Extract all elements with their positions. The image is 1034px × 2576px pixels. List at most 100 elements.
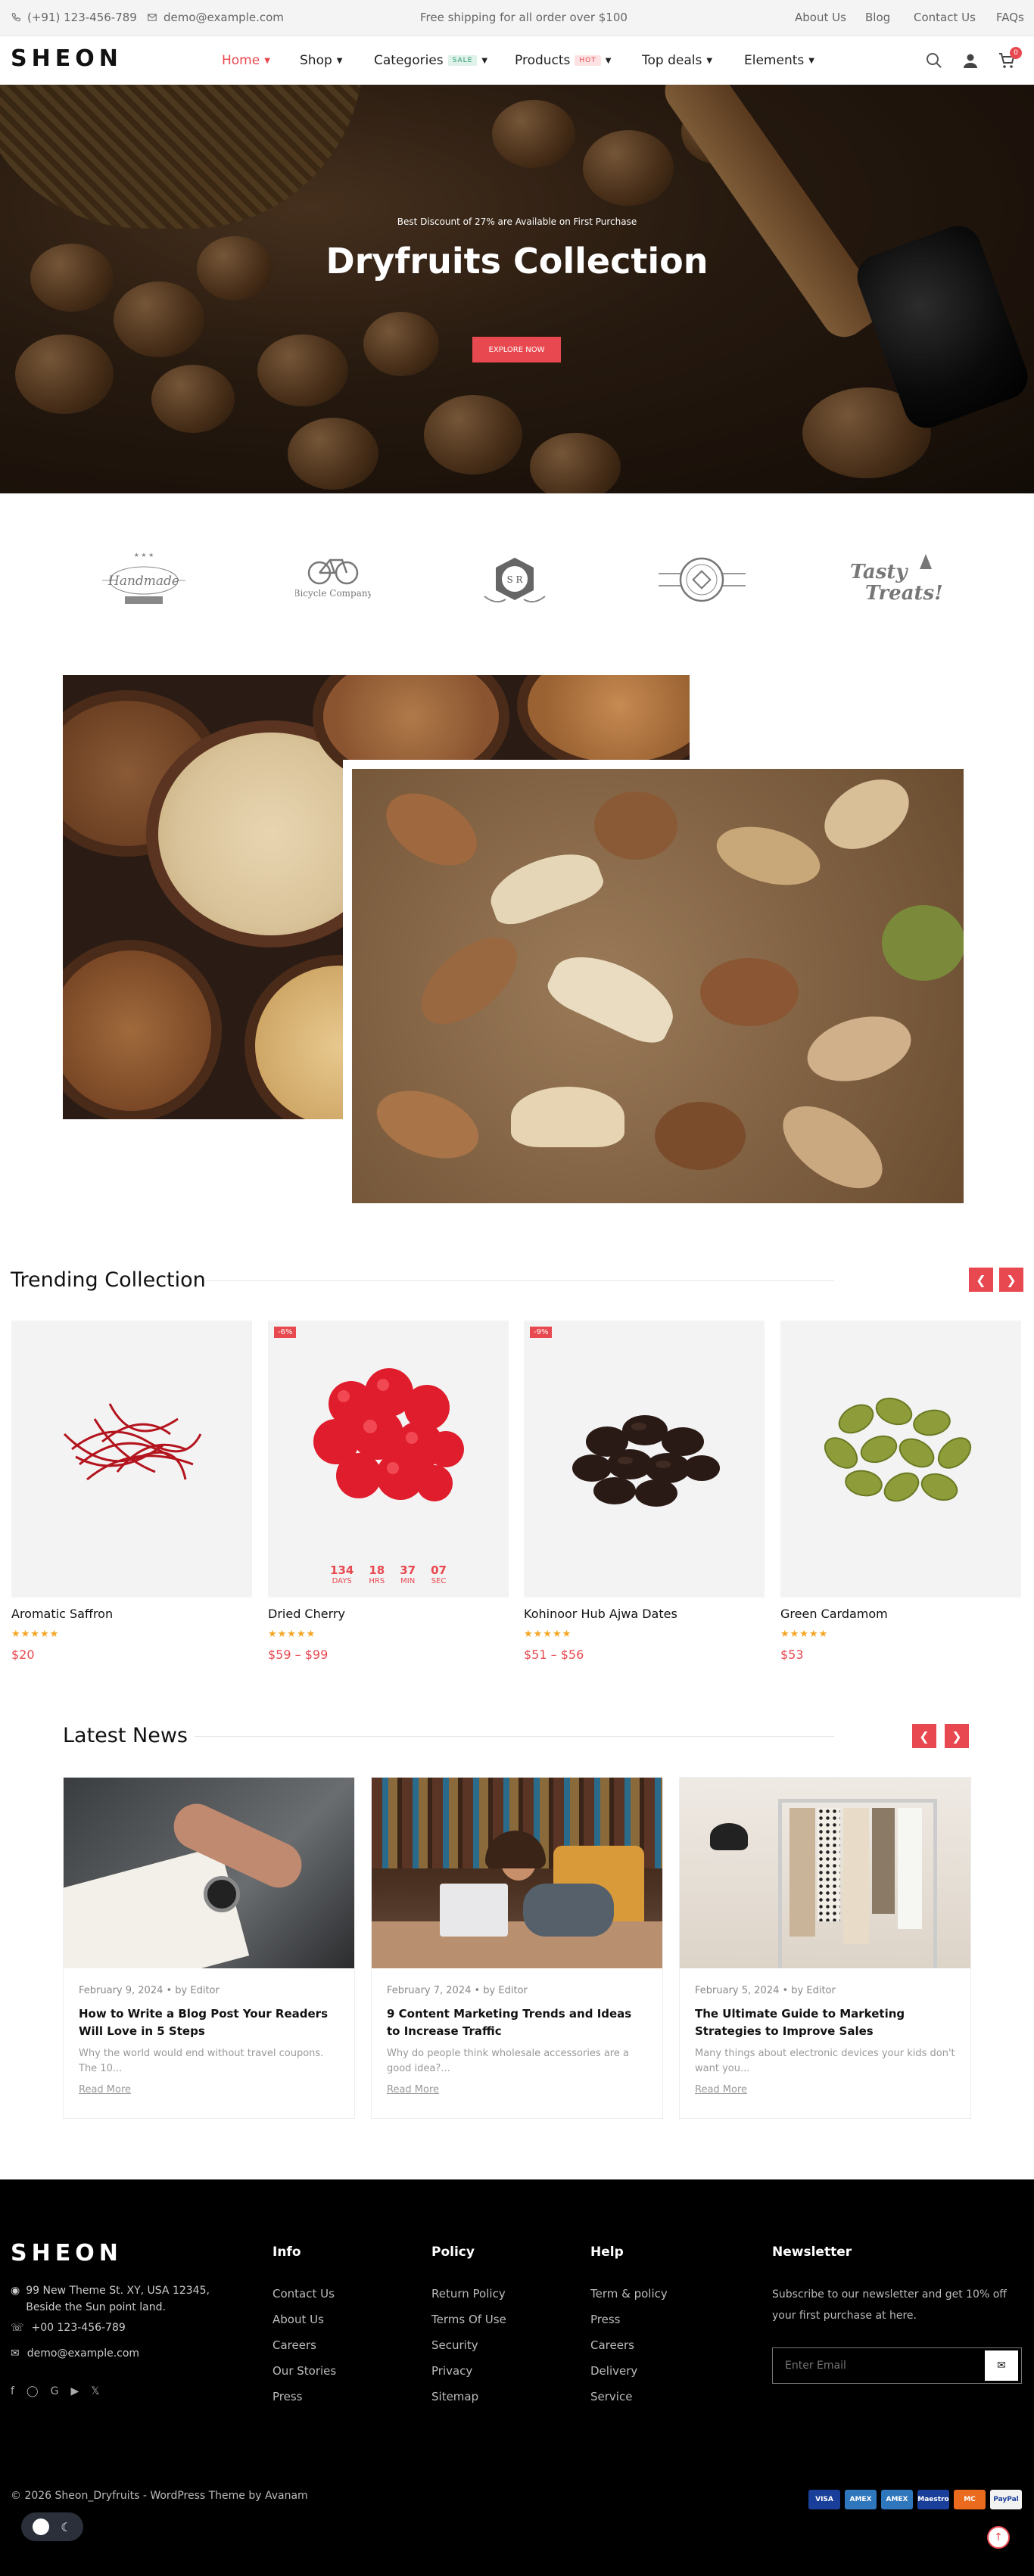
product-name[interactable]: Aromatic Saffron [11,1607,252,1621]
handmade-logo-icon: ★ ★ ★ Handmade [102,552,185,604]
nav-home[interactable]: Home ▼ [222,53,270,68]
brand-logo-handmade[interactable]: ★ ★ ★ Handmade [87,546,201,614]
footer-link[interactable]: Privacy [431,2364,472,2378]
youtube-icon[interactable]: ▶ [70,2385,79,2397]
explore-now-button[interactable]: EXPLORE NOW [472,337,561,362]
footer-logo[interactable]: SHEON [11,2240,123,2266]
footer-col-title-policy: Policy [431,2245,475,2260]
footer-link[interactable]: Terms Of Use [431,2313,506,2326]
news-prev-button[interactable]: ❮ [912,1724,936,1748]
footer-link[interactable]: Careers [590,2338,634,2352]
topbar-link-about[interactable]: About Us [795,11,846,24]
footer-link[interactable]: Security [431,2338,478,2352]
footer-address: ◉ 99 New Theme St. XY, USA 12345, Beside… [11,2282,223,2316]
x-twitter-icon[interactable]: 𝕏 [91,2385,99,2397]
product-card[interactable]: Green Cardamom ★★★★★ $53 [780,1321,1021,1662]
nav-products[interactable]: Products HOT ▼ [515,53,611,68]
product-card[interactable]: -9% Kohinoor Hub Ajwa Dates ★★★★★ $51 – … [524,1321,765,1662]
read-more-link[interactable]: Read More [695,2084,955,2095]
product-name[interactable]: Green Cardamom [780,1607,1021,1621]
brand-logo-sr[interactable]: S R [477,546,553,614]
search-icon[interactable] [925,51,943,70]
amex-icon: AMEX [845,2490,877,2509]
topbar-email[interactable]: demo@example.com [147,11,284,24]
footer-link[interactable]: Service [590,2390,632,2403]
chevron-down-icon: ▼ [336,56,343,65]
news-post-title[interactable]: 9 Content Marketing Trends and Ideas to … [387,2005,647,2040]
footer-link[interactable]: Term & policy [590,2287,668,2301]
brand-logo-bicycle[interactable]: Bicycle Company [295,546,371,614]
arrow-up-icon: ↑ [994,2531,1003,2543]
footer-link[interactable]: Press [273,2390,302,2403]
nav-categories[interactable]: Categories SALE ▼ [374,53,487,68]
hero-subtitle: Best Discount of 27% are Available on Fi… [397,216,637,227]
bicycle-icon: Bicycle Company [295,558,371,599]
site-logo[interactable]: SHEON [11,45,123,72]
news-image[interactable] [64,1778,354,1968]
countdown-minutes: 37 [400,1563,416,1577]
cart-button[interactable]: 0 [998,47,1022,71]
footer-link[interactable]: About Us [273,2313,324,2326]
vintage-badge-icon [659,557,746,602]
topbar-email-text: demo@example.com [164,11,284,24]
user-icon[interactable] [961,51,979,70]
topbar-link-blog[interactable]: Blog [865,11,890,24]
product-name[interactable]: Kohinoor Hub Ajwa Dates [524,1607,765,1621]
product-card[interactable]: Aromatic Saffron ★★★★★ $20 [11,1321,252,1662]
topbar-phone[interactable]: (+91) 123-456-789 [11,11,137,24]
topbar-link-faqs[interactable]: FAQs [996,11,1024,24]
news-post-title[interactable]: How to Write a Blog Post Your Readers Wi… [79,2005,339,2040]
news-post-title[interactable]: The Ultimate Guide to Marketing Strategi… [695,2005,955,2040]
nav-top-deals[interactable]: Top deals ▼ [642,53,712,68]
social-links: f ◯ G ▶ 𝕏 [11,2385,100,2397]
topbar-link-contact[interactable]: Contact Us [914,11,976,24]
read-more-link[interactable]: Read More [387,2084,647,2095]
read-more-link[interactable]: Read More [79,2084,339,2095]
footer-link[interactable]: Return Policy [431,2287,506,2301]
newsletter-submit-button[interactable]: ✉ [985,2350,1018,2381]
nav-elements[interactable]: Elements ▼ [744,53,814,68]
product-card[interactable]: -6% 134 DAYS 18 HRS 37 MIN 07 SEC Dried Cher… [268,1321,509,1662]
chevron-down-icon: ▼ [481,56,488,65]
footer-link[interactable]: Our Stories [273,2364,336,2378]
brand-logo-vintage[interactable] [655,546,749,614]
google-icon[interactable]: G [51,2385,59,2397]
product-image[interactable] [11,1321,252,1598]
product-image[interactable]: -6% 134 DAYS 18 HRS 37 MIN 07 SEC [268,1321,509,1598]
nav-shop[interactable]: Shop ▼ [300,53,342,68]
brand-logo-tasty[interactable]: Tasty Treats! [844,546,942,614]
product-name[interactable]: Dried Cherry [268,1607,509,1621]
footer-link[interactable]: Sitemap [431,2390,478,2403]
footer-link[interactable]: Careers [273,2338,316,2352]
footer-link[interactable]: Contact Us [273,2287,335,2301]
mixed-nuts-image [352,769,964,1203]
scroll-to-top-button[interactable]: ↑ [987,2526,1010,2549]
news-image[interactable] [372,1778,662,1968]
news-card[interactable]: February 5, 2024 • by Editor The Ultimat… [679,1777,971,2119]
dark-mode-toggle[interactable]: ☾ [21,2512,83,2541]
footer-email[interactable]: ✉ demo@example.com [11,2347,139,2360]
footer-phone[interactable]: ☏ +00 123-456-789 [11,2322,126,2334]
product-image[interactable]: -9% [524,1321,765,1598]
news-image[interactable] [680,1778,970,1968]
topbar-promo: Free shipping for all order over $100 [420,11,628,24]
facebook-icon[interactable]: f [11,2385,14,2397]
footer-link[interactable]: Press [590,2313,620,2326]
news-next-button[interactable]: ❯ [945,1724,969,1748]
nav-shop-label: Shop [300,53,332,68]
instagram-icon[interactable]: ◯ [26,2385,39,2397]
countdown-timer: 134 DAYS 18 HRS 37 MIN 07 SEC [268,1563,509,1585]
news-meta: February 7, 2024 • by Editor [387,1985,528,1996]
news-card[interactable]: February 7, 2024 • by Editor 9 Content M… [371,1777,663,2119]
trending-next-button[interactable]: ❯ [999,1268,1023,1292]
nav-top-deals-label: Top deals [642,53,702,68]
svg-text:Treats!: Treats! [865,582,942,605]
brand-bicycle-text: Bicycle Company [295,588,371,599]
newsletter-email-input[interactable] [773,2348,985,2383]
trending-prev-button[interactable]: ❮ [969,1268,993,1292]
product-image[interactable] [780,1321,1021,1598]
news-card[interactable]: February 9, 2024 • by Editor How to Writ… [63,1777,355,2119]
news-author: by Editor [791,1985,836,1996]
footer-link[interactable]: Delivery [590,2364,637,2378]
svg-text:★ ★ ★: ★ ★ ★ [134,552,154,558]
